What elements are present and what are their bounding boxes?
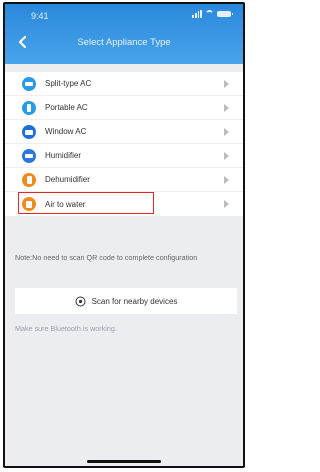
chevron-right-icon <box>224 176 229 184</box>
portable-ac-icon <box>22 101 36 115</box>
appliance-item-humidifier[interactable]: Humidifier <box>5 144 243 168</box>
cellular-signal-icon <box>192 10 202 18</box>
appliance-item-window-ac[interactable]: Window AC <box>5 120 243 144</box>
bluetooth-hint: Make sure Bluetooth is working. <box>15 324 117 333</box>
page-title: Select Appliance Type <box>77 37 171 48</box>
appliance-item-dehumidifier[interactable]: Dehumidifier <box>5 168 243 192</box>
wifi-icon <box>205 10 214 18</box>
humidifier-icon <box>22 149 36 163</box>
appliance-list: Split-type AC Portable AC Window AC Humi… <box>5 72 243 216</box>
scan-button-label: Scan for nearby devices <box>91 296 178 306</box>
appliance-item-portable-ac[interactable]: Portable AC <box>5 96 243 120</box>
appliance-label: Window AC <box>45 127 87 136</box>
status-icons <box>192 10 233 18</box>
header-bar: 9:41 Select Appliance Type <box>5 4 243 64</box>
air-to-water-icon <box>22 197 36 211</box>
qr-note: Note:No need to scan QR code to complete… <box>15 253 198 262</box>
chevron-right-icon <box>224 80 229 88</box>
appliance-label: Air to water <box>45 199 86 209</box>
appliance-item-split-ac[interactable]: Split-type AC <box>5 72 243 96</box>
dehumidifier-icon <box>22 173 36 187</box>
appliance-label: Humidifier <box>45 151 82 160</box>
home-indicator[interactable] <box>87 460 161 463</box>
appliance-label: Dehumidifier <box>45 175 90 184</box>
chevron-right-icon <box>224 152 229 160</box>
chevron-right-icon <box>224 200 229 208</box>
bluetooth-scan-icon <box>75 296 86 306</box>
chevron-right-icon <box>224 104 229 112</box>
status-time: 9:41 <box>31 11 49 21</box>
chevron-right-icon <box>224 128 229 136</box>
appliance-label: Split-type AC <box>45 79 92 88</box>
scan-nearby-devices-button[interactable]: Scan for nearby devices <box>15 288 237 314</box>
window-ac-icon <box>22 125 36 139</box>
appliance-item-air-to-water[interactable]: Air to water <box>5 192 243 216</box>
battery-icon <box>217 11 233 17</box>
phone-screen: 9:41 Select Appliance Type Split-type AC <box>3 2 245 468</box>
appliance-label: Portable AC <box>45 103 88 112</box>
split-ac-icon <box>22 77 36 91</box>
